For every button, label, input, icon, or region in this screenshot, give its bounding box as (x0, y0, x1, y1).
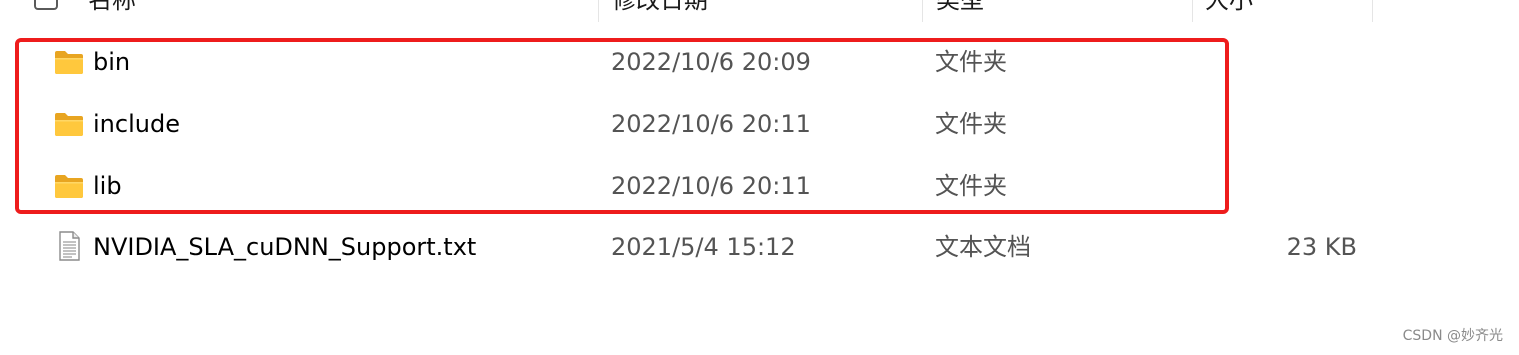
column-divider[interactable] (598, 0, 599, 22)
column-header: 名称 修改日期 类型 大小 (0, 0, 1519, 22)
folder-icon (54, 111, 84, 137)
file-name[interactable]: NVIDIA_SLA_cuDNN_Support.txt (93, 222, 476, 272)
file-modified-date: 2022/10/6 20:11 (611, 172, 811, 200)
file-type: 文件夹 (935, 110, 1007, 138)
file-row-lib[interactable]: lib 2022/10/6 20:11 文件夹 (30, 161, 1470, 211)
file-row-bin[interactable]: bin 2022/10/6 20:09 文件夹 (30, 37, 1470, 87)
file-name[interactable]: include (93, 99, 180, 149)
watermark: CSDN @妙齐光 (1402, 328, 1503, 344)
column-header-name[interactable]: 名称 (88, 0, 136, 22)
file-modified-date: 2022/10/6 20:11 (611, 110, 811, 138)
file-name[interactable]: bin (93, 37, 130, 87)
file-type: 文件夹 (935, 172, 1007, 200)
text-file-icon (54, 231, 84, 261)
folder-icon (54, 49, 84, 75)
column-divider[interactable] (1192, 0, 1193, 22)
select-all-checkbox[interactable] (34, 0, 58, 10)
folder-icon (54, 173, 84, 199)
column-header-type[interactable]: 类型 (936, 0, 984, 22)
column-header-size[interactable]: 大小 (1205, 0, 1253, 22)
column-divider[interactable] (1372, 0, 1373, 22)
file-row-nvidia-sla-txt[interactable]: NVIDIA_SLA_cuDNN_Support.txt 2021/5/4 15… (30, 222, 1470, 272)
file-name[interactable]: lib (93, 161, 122, 211)
file-modified-date: 2022/10/6 20:09 (611, 48, 811, 76)
file-type: 文件夹 (935, 48, 1007, 76)
file-size: 23 KB (1286, 233, 1357, 261)
column-header-date[interactable]: 修改日期 (612, 0, 708, 22)
file-type: 文本文档 (935, 233, 1031, 261)
file-modified-date: 2021/5/4 15:12 (611, 233, 796, 261)
file-row-include[interactable]: include 2022/10/6 20:11 文件夹 (30, 99, 1470, 149)
column-divider[interactable] (922, 0, 923, 22)
